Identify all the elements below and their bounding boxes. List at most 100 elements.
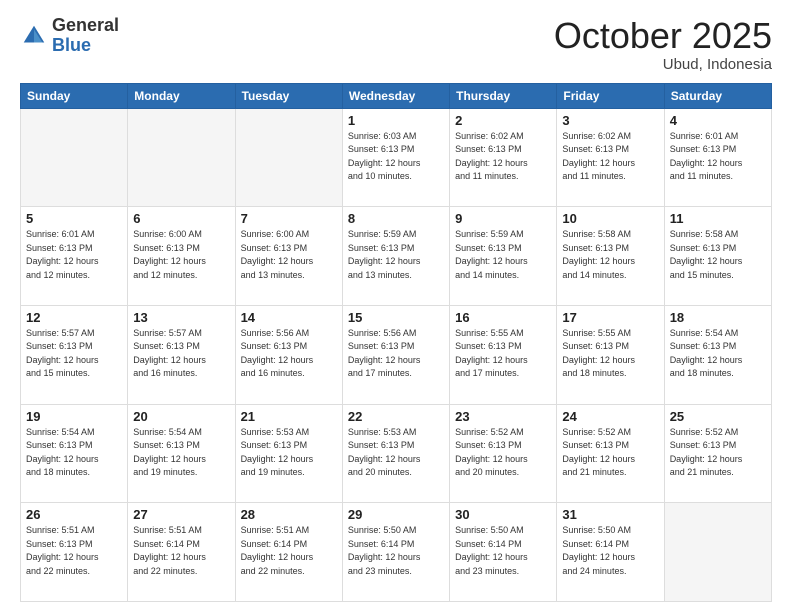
day-info: Sunrise: 6:00 AM Sunset: 6:13 PM Dayligh… [133,228,229,282]
day-cell: 6Sunrise: 6:00 AM Sunset: 6:13 PM Daylig… [128,207,235,306]
col-wednesday: Wednesday [342,83,449,108]
day-info: Sunrise: 6:01 AM Sunset: 6:13 PM Dayligh… [26,228,122,282]
day-number: 24 [562,409,658,424]
day-number: 4 [670,113,766,128]
calendar-header-row: Sunday Monday Tuesday Wednesday Thursday… [21,83,772,108]
day-info: Sunrise: 5:50 AM Sunset: 6:14 PM Dayligh… [348,524,444,578]
day-cell: 20 Sunrise: 5:54 AM Sunset: 6:13 PM Dayli… [128,404,235,503]
day-number: 2 [455,113,551,128]
calendar-table: Sunday Monday Tuesday Wednesday Thursday… [20,83,772,602]
header: General Blue October 2025 Ubud, Indonesi… [20,16,772,73]
day-info: Sunrise: 5:52 AM Sunset: 6:13 PM Dayligh… [455,426,551,480]
day-number: 20 [133,409,229,424]
day-cell: 2Sunrise: 6:02 AM Sunset: 6:13 PM Daylig… [450,108,557,207]
day-cell [21,108,128,207]
day-number: 30 [455,507,551,522]
day-number: 14 [241,310,337,325]
day-info: Sunrise: 5:54 AM Sunset: 6:13 PM Dayligh… [133,426,229,480]
day-cell: 17Sunrise: 5:55 AM Sunset: 6:13 PM Dayli… [557,305,664,404]
day-number: 13 [133,310,229,325]
day-number: 29 [348,507,444,522]
day-number: 27 [133,507,229,522]
day-cell: 26 Sunrise: 5:51 AM Sunset: 6:13 PM Dayli… [21,503,128,602]
col-monday: Monday [128,83,235,108]
day-info: Sunrise: 5:50 AM Sunset: 6:14 PM Dayligh… [455,524,551,578]
day-cell: 14 Sunrise: 5:56 AM Sunset: 6:13 PM Dayli… [235,305,342,404]
day-info: Sunrise: 5:57 AM Sunset: 6:13 PM Dayligh… [133,327,229,381]
day-number: 23 [455,409,551,424]
day-cell [235,108,342,207]
day-number: 31 [562,507,658,522]
day-number: 5 [26,211,122,226]
logo-icon [20,22,48,50]
logo: General Blue [20,16,119,56]
day-number: 3 [562,113,658,128]
day-number: 25 [670,409,766,424]
day-info: Sunrise: 5:59 AM Sunset: 6:13 PM Dayligh… [455,228,551,282]
day-number: 10 [562,211,658,226]
day-number: 28 [241,507,337,522]
col-saturday: Saturday [664,83,771,108]
day-cell: 24Sunrise: 5:52 AM Sunset: 6:13 PM Dayli… [557,404,664,503]
day-number: 22 [348,409,444,424]
month-title: October 2025 [554,16,772,56]
day-number: 17 [562,310,658,325]
day-number: 21 [241,409,337,424]
location-subtitle: Ubud, Indonesia [554,56,772,73]
day-cell: 25 Sunrise: 5:52 AM Sunset: 6:13 PM Dayli… [664,404,771,503]
day-cell [128,108,235,207]
day-cell: 23 Sunrise: 5:52 AM Sunset: 6:13 PM Dayli… [450,404,557,503]
day-info: Sunrise: 5:51 AM Sunset: 6:13 PM Dayligh… [26,524,122,578]
day-cell: 19Sunrise: 5:54 AM Sunset: 6:13 PM Dayli… [21,404,128,503]
day-number: 1 [348,113,444,128]
day-cell: 3 Sunrise: 6:02 AM Sunset: 6:13 PM Daylig… [557,108,664,207]
page: General Blue October 2025 Ubud, Indonesi… [0,0,792,612]
day-info: Sunrise: 5:56 AM Sunset: 6:13 PM Dayligh… [348,327,444,381]
day-cell: 9Sunrise: 5:59 AM Sunset: 6:13 PM Daylig… [450,207,557,306]
day-info: Sunrise: 6:03 AM Sunset: 6:13 PM Dayligh… [348,130,444,184]
day-info: Sunrise: 5:53 AM Sunset: 6:13 PM Dayligh… [241,426,337,480]
week-row-1: 1 Sunrise: 6:03 AM Sunset: 6:13 PM Daylig… [21,108,772,207]
day-cell: 16 Sunrise: 5:55 AM Sunset: 6:13 PM Dayli… [450,305,557,404]
col-sunday: Sunday [21,83,128,108]
day-cell: 18Sunrise: 5:54 AM Sunset: 6:13 PM Dayli… [664,305,771,404]
day-info: Sunrise: 5:51 AM Sunset: 6:14 PM Dayligh… [133,524,229,578]
logo-text: General Blue [52,16,119,56]
day-number: 16 [455,310,551,325]
day-cell: 21 Sunrise: 5:53 AM Sunset: 6:13 PM Dayli… [235,404,342,503]
day-cell: 8 Sunrise: 5:59 AM Sunset: 6:13 PM Daylig… [342,207,449,306]
day-info: Sunrise: 6:01 AM Sunset: 6:13 PM Dayligh… [670,130,766,184]
col-thursday: Thursday [450,83,557,108]
day-cell: 30 Sunrise: 5:50 AM Sunset: 6:14 PM Dayli… [450,503,557,602]
day-cell: 22 Sunrise: 5:53 AM Sunset: 6:13 PM Dayli… [342,404,449,503]
day-number: 15 [348,310,444,325]
day-number: 11 [670,211,766,226]
day-cell: 5 Sunrise: 6:01 AM Sunset: 6:13 PM Daylig… [21,207,128,306]
day-cell: 11 Sunrise: 5:58 AM Sunset: 6:13 PM Dayli… [664,207,771,306]
day-info: Sunrise: 5:58 AM Sunset: 6:13 PM Dayligh… [670,228,766,282]
day-number: 8 [348,211,444,226]
day-cell: 12Sunrise: 5:57 AM Sunset: 6:13 PM Dayli… [21,305,128,404]
day-info: Sunrise: 5:53 AM Sunset: 6:13 PM Dayligh… [348,426,444,480]
day-cell: 4 Sunrise: 6:01 AM Sunset: 6:13 PM Daylig… [664,108,771,207]
day-info: Sunrise: 5:55 AM Sunset: 6:13 PM Dayligh… [455,327,551,381]
day-info: Sunrise: 5:59 AM Sunset: 6:13 PM Dayligh… [348,228,444,282]
day-number: 26 [26,507,122,522]
day-info: Sunrise: 6:02 AM Sunset: 6:13 PM Dayligh… [562,130,658,184]
day-info: Sunrise: 5:58 AM Sunset: 6:13 PM Dayligh… [562,228,658,282]
day-number: 7 [241,211,337,226]
day-info: Sunrise: 5:52 AM Sunset: 6:13 PM Dayligh… [670,426,766,480]
day-cell [664,503,771,602]
week-row-3: 12Sunrise: 5:57 AM Sunset: 6:13 PM Dayli… [21,305,772,404]
day-cell: 28Sunrise: 5:51 AM Sunset: 6:14 PM Dayli… [235,503,342,602]
day-cell: 1 Sunrise: 6:03 AM Sunset: 6:13 PM Daylig… [342,108,449,207]
logo-blue-text: Blue [52,35,91,55]
title-block: October 2025 Ubud, Indonesia [554,16,772,73]
day-cell: 29 Sunrise: 5:50 AM Sunset: 6:14 PM Dayli… [342,503,449,602]
col-friday: Friday [557,83,664,108]
day-cell: 31Sunrise: 5:50 AM Sunset: 6:14 PM Dayli… [557,503,664,602]
day-cell: 10 Sunrise: 5:58 AM Sunset: 6:13 PM Dayli… [557,207,664,306]
day-number: 19 [26,409,122,424]
day-info: Sunrise: 6:00 AM Sunset: 6:13 PM Dayligh… [241,228,337,282]
day-info: Sunrise: 5:56 AM Sunset: 6:13 PM Dayligh… [241,327,337,381]
